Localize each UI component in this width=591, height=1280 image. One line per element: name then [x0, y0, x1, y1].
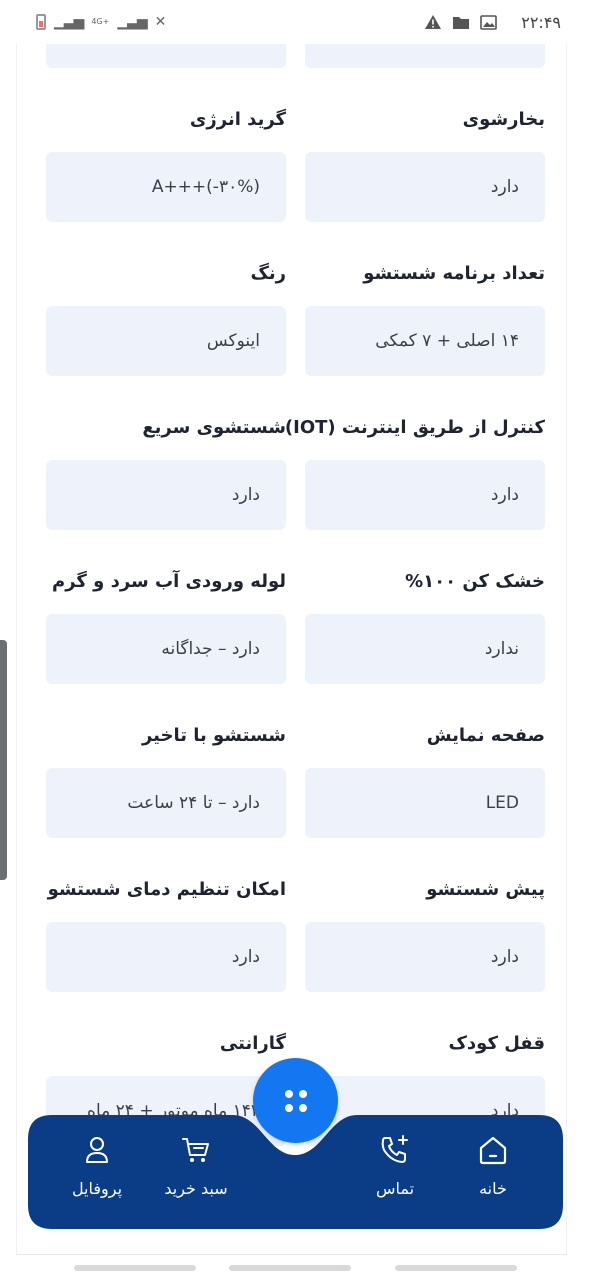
cart-icon [182, 1138, 209, 1162]
status-right: ۲۲:۴۹ [424, 13, 561, 32]
spec-value: ندارد [305, 614, 545, 684]
image-icon [480, 14, 498, 30]
spec-value: ۱۴ اصلی + ۷ کمکی [305, 306, 545, 376]
spec-label: بخارشوی [462, 109, 545, 130]
edge-panel-handle[interactable] [0, 640, 7, 880]
nav-item-home[interactable]: خانه [448, 1133, 538, 1213]
spec-label: صفحه نمایش [426, 725, 545, 746]
spec-value-partial [46, 44, 286, 68]
spec-value: A+++(-۳۰%) [46, 152, 286, 222]
spec-label: لوله ورودی آب سرد و گرم [52, 571, 286, 592]
spec-label: گرید انرژی [189, 109, 286, 130]
spec-row: پیش شستشو دارد امکان تنظیم دمای شستشو دا… [0, 876, 591, 1030]
spec-row: بخارشوی دارد گرید انرژی A+++(-۳۰%) [0, 106, 591, 260]
spec-row: صفحه نمایش LED شستشو با تاخیر دارد – تا … [0, 722, 591, 876]
spec-item: شستشو با تاخیر دارد – تا ۲۴ ساعت [46, 722, 286, 838]
warning-icon [425, 15, 442, 29]
signal-icon: ▁▃▅ [117, 14, 147, 30]
spec-grid: بخارشوی دارد گرید انرژی A+++(-۳۰%) تعداد… [0, 44, 591, 1164]
spec-value: اینوکس [46, 306, 286, 376]
menu-dots-icon [283, 1088, 309, 1114]
folder-icon [453, 16, 470, 29]
spec-item: گرید انرژی A+++(-۳۰%) [46, 106, 286, 222]
system-nav-recents[interactable] [74, 1265, 196, 1271]
system-nav-back[interactable] [395, 1265, 517, 1271]
spec-item: کنترل از طریق اینترنت (IOT) دارد [284, 414, 545, 530]
spec-label: کنترل از طریق اینترنت (IOT) [284, 417, 545, 438]
spec-row: خشک کن ۱۰۰% ندارد لوله ورودی آب سرد و گر… [0, 568, 591, 722]
spec-label: شستشوی سریع [142, 417, 286, 438]
phone-add-icon [381, 1135, 408, 1163]
spec-value: دارد [305, 152, 545, 222]
nav-label: سبد خرید [164, 1179, 228, 1198]
spec-item: تعداد برنامه شستشو ۱۴ اصلی + ۷ کمکی [305, 260, 545, 376]
spec-label: شستشو با تاخیر [141, 725, 286, 746]
nav-label: تماس [375, 1179, 415, 1198]
spec-item: رنگ اینوکس [46, 260, 286, 376]
spec-row: کنترل از طریق اینترنت (IOT) دارد شستشوی … [0, 414, 591, 568]
nav-label: پروفایل [71, 1179, 123, 1198]
status-left: ▁▃▅ 4G+ ▁▃▅ ✕ [36, 14, 167, 30]
menu-fab-button[interactable] [253, 1058, 338, 1143]
nav-item-contact[interactable]: تماس [350, 1133, 440, 1213]
mute-icon: ✕ [154, 14, 167, 30]
spec-label: پیش شستشو [426, 879, 545, 900]
clock: ۲۲:۴۹ [521, 12, 561, 32]
spec-label: رنگ [250, 263, 286, 284]
spec-label: تعداد برنامه شستشو [363, 263, 545, 284]
spec-value: دارد [46, 922, 286, 992]
spec-item: صفحه نمایش LED [305, 722, 545, 838]
nav-item-cart[interactable]: سبد خرید [151, 1133, 241, 1213]
spec-value: دارد – جداگانه [46, 614, 286, 684]
spec-item: لوله ورودی آب سرد و گرم دارد – جداگانه [46, 568, 286, 684]
status-bar: ▁▃▅ 4G+ ▁▃▅ ✕ ۲۲:۴۹ [0, 0, 591, 44]
spec-value-partial [305, 44, 545, 68]
spec-value: دارد [305, 922, 545, 992]
system-nav-home[interactable] [229, 1265, 351, 1271]
spec-item: خشک کن ۱۰۰% ندارد [305, 568, 545, 684]
spec-label: خشک کن ۱۰۰% [405, 571, 545, 592]
spec-label: قفل کودک [448, 1033, 546, 1054]
spec-value: دارد [46, 460, 286, 530]
user-icon [86, 1137, 108, 1163]
network-label: 4G+ [91, 17, 110, 26]
divider [16, 1254, 567, 1255]
signal-icon: ▁▃▅ [54, 14, 84, 30]
spec-row: تعداد برنامه شستشو ۱۴ اصلی + ۷ کمکی رنگ … [0, 260, 591, 414]
battery-icon [36, 14, 46, 30]
spec-item: پیش شستشو دارد [305, 876, 545, 992]
nav-label: خانه [479, 1179, 507, 1198]
spec-item: شستشوی سریع دارد [46, 414, 286, 530]
spec-value: LED [305, 768, 545, 838]
spec-value: دارد – تا ۲۴ ساعت [46, 768, 286, 838]
spec-label: امکان تنظیم دمای شستشو [47, 879, 286, 900]
home-icon [479, 1136, 507, 1165]
spec-item: امکان تنظیم دمای شستشو دارد [46, 876, 286, 992]
nav-item-profile[interactable]: پروفایل [52, 1133, 142, 1213]
spec-label: گارانتی [219, 1033, 286, 1054]
spec-item: بخارشوی دارد [305, 106, 545, 222]
spec-value: دارد [305, 460, 545, 530]
